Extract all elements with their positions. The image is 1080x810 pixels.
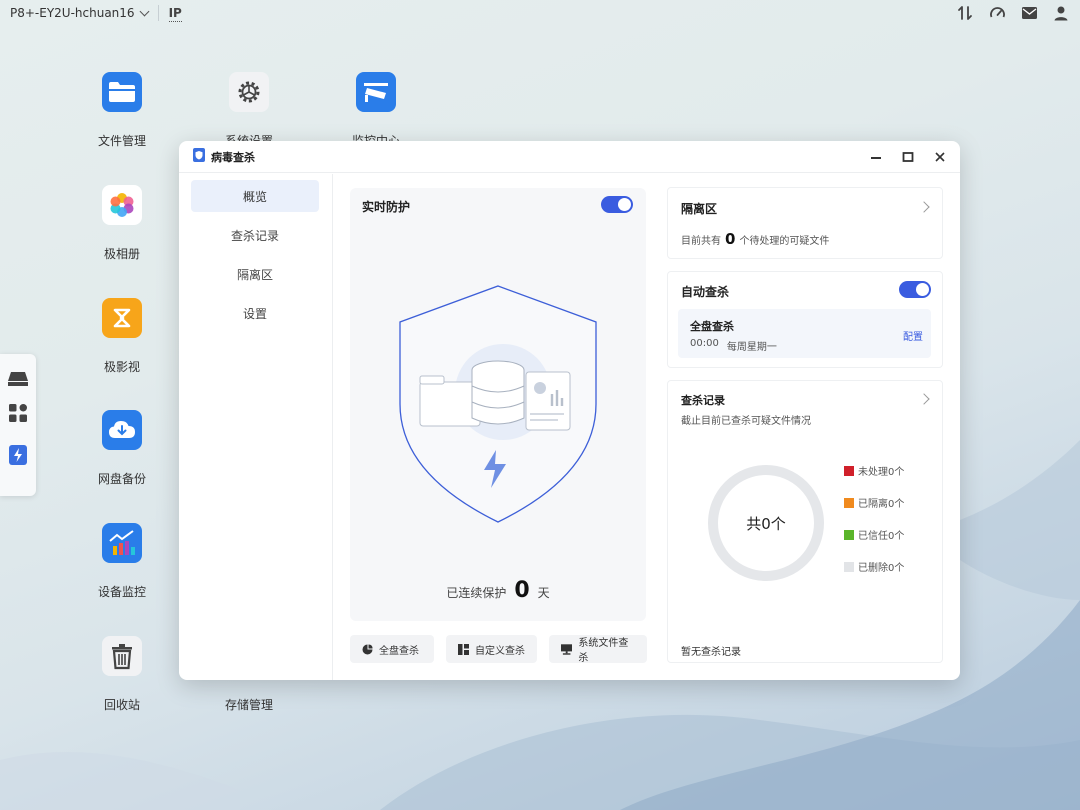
legend-unprocessed: 未处理0个: [844, 463, 904, 478]
desktop-icon-label: 极相册: [103, 247, 140, 261]
window-sidebar: 概览 查杀记录 隔离区 设置: [179, 174, 333, 680]
quarantine-suffix: 个待处理的可疑文件: [739, 236, 830, 247]
ip-icon[interactable]: IP: [168, 6, 183, 22]
auto-scan-time: 00:00: [690, 338, 719, 349]
window-titlebar[interactable]: 病毒查杀: [179, 141, 960, 173]
chevron-down-icon: [139, 6, 150, 16]
quarantine-card[interactable]: 隔离区 目前共有 0 个待处理的可疑文件: [667, 187, 943, 259]
shield-icon: [193, 148, 205, 165]
antivirus-window: 病毒查杀 概览 查杀记录 隔离区 设置 实时防护 已连续保护 0 天 全盘查杀 …: [179, 141, 960, 680]
chevron-right-icon[interactable]: [918, 393, 930, 405]
desktop-icon-video[interactable]: 极影视: [72, 298, 172, 375]
antivirus-app-icon[interactable]: [7, 444, 29, 466]
desktop-icon-label: 极影视: [103, 360, 140, 374]
drive-icon[interactable]: [7, 368, 29, 390]
computer-icon: [561, 643, 573, 655]
nav-item-overview[interactable]: 概览: [191, 180, 319, 212]
nav-item-scan-records[interactable]: 查杀记录: [191, 219, 319, 251]
records-total: 共0个: [746, 515, 786, 533]
system-file-scan-button[interactable]: 系统文件查杀: [549, 635, 647, 664]
close-icon[interactable]: [930, 147, 950, 167]
device-selector[interactable]: P8+-EY2U-hchuan16: [10, 6, 150, 20]
auto-scan-weekday: 每周星期一: [726, 342, 777, 353]
top-bar: P8+-EY2U-hchuan16 IP: [0, 0, 1080, 26]
realtime-protection-toggle[interactable]: [601, 196, 633, 213]
photos-icon: [102, 185, 142, 225]
protect-days-count: 0: [514, 578, 530, 603]
device-name: P8+-EY2U-hchuan16: [10, 6, 135, 20]
full-scan-button[interactable]: 全盘查杀: [350, 635, 434, 663]
chevron-right-icon[interactable]: [918, 201, 930, 213]
auto-scan-card: 自动查杀 全盘查杀 00:00 每周星期一 配置: [667, 271, 943, 368]
auto-scan-task-name: 全盘查杀: [690, 320, 734, 333]
transfer-icon[interactable]: [956, 4, 974, 22]
auto-scan-title: 自动查杀: [681, 285, 730, 299]
protect-prefix: 已连续保护: [446, 586, 507, 600]
camera-icon: [356, 72, 396, 112]
mail-icon[interactable]: [1020, 4, 1038, 22]
auto-scan-schedule: 00:00 每周星期一: [690, 338, 777, 353]
legend-quarantined: 已隔离0个: [844, 495, 904, 510]
left-dock: [0, 354, 36, 496]
quarantine-count: 0: [725, 230, 736, 248]
auto-scan-toggle[interactable]: [899, 281, 931, 298]
layout-icon: [458, 643, 469, 655]
quarantine-title: 隔离区: [681, 202, 718, 216]
user-icon[interactable]: [1052, 4, 1070, 22]
chart-icon: [102, 523, 142, 563]
nav-item-settings[interactable]: 设置: [191, 297, 319, 329]
quarantine-summary: 目前共有 0 个待处理的可疑文件: [681, 230, 829, 248]
system-file-scan-label: 系统文件查杀: [578, 638, 629, 664]
realtime-protection-title: 实时防护: [362, 200, 411, 214]
scan-records-card[interactable]: 查杀记录 截止目前已查杀可疑文件情况 共0个 未处理0个 已隔离0个 已信任0个…: [667, 380, 943, 663]
apps-grid-icon[interactable]: [7, 402, 29, 424]
pie-icon: [362, 644, 373, 654]
protect-suffix: 天: [537, 586, 550, 600]
realtime-protection-panel: 实时防护 已连续保护 0 天: [350, 188, 646, 621]
protection-days-text: 已连续保护 0 天: [350, 578, 646, 603]
gear-icon: [229, 72, 269, 112]
desktop-icon-photos[interactable]: 极相册: [72, 185, 172, 262]
desktop-icon-label: 回收站: [103, 698, 140, 712]
maximize-icon[interactable]: [898, 147, 918, 167]
window-title: 病毒查杀: [211, 150, 255, 164]
desktop-icon-label: 文件管理: [97, 134, 146, 148]
desktop-icon-cloud-backup[interactable]: 网盘备份: [72, 410, 172, 487]
scan-buttons: 全盘查杀 自定义查杀 系统文件查杀: [350, 635, 647, 664]
full-scan-label: 全盘查杀: [379, 645, 419, 657]
records-title: 查杀记录: [681, 394, 725, 407]
speedometer-icon[interactable]: [988, 4, 1006, 22]
trash-icon: [102, 636, 142, 676]
desktop-icon-device-monitor[interactable]: 设备监控: [72, 523, 172, 600]
desktop-icon-label: 网盘备份: [97, 472, 146, 486]
desktop-icon-recycle-bin[interactable]: 回收站: [72, 636, 172, 713]
desktop-icon-settings[interactable]: 系统设置: [199, 72, 299, 149]
desktop-icon-label: 设备监控: [97, 585, 146, 599]
shield-illustration: [399, 285, 597, 523]
legend-deleted: 已删除0个: [844, 559, 904, 574]
custom-scan-label: 自定义查杀: [475, 645, 525, 657]
quarantine-prefix: 目前共有: [681, 236, 721, 247]
records-subtitle: 截止目前已查杀可疑文件情况: [681, 416, 811, 427]
desktop-icon-label: 存储管理: [224, 698, 273, 712]
custom-scan-button[interactable]: 自定义查杀: [446, 635, 537, 663]
video-icon: [102, 298, 142, 338]
auto-scan-task: 全盘查杀 00:00 每周星期一 配置: [678, 309, 931, 358]
records-legend: 未处理0个 已隔离0个 已信任0个 已删除0个: [844, 463, 904, 574]
desktop-icon-monitor-center[interactable]: 监控中心: [326, 72, 426, 149]
configure-link[interactable]: 配置: [903, 328, 923, 343]
nav-item-quarantine[interactable]: 隔离区: [191, 258, 319, 290]
minimize-icon[interactable]: [866, 147, 886, 167]
desktop-icon-file-manager[interactable]: 文件管理: [72, 72, 172, 149]
divider: [157, 5, 159, 21]
legend-trusted: 已信任0个: [844, 527, 904, 542]
folder-icon: [102, 72, 142, 112]
records-empty-text: 暂无查杀记录: [681, 647, 741, 658]
cloud-download-icon: [102, 410, 142, 450]
